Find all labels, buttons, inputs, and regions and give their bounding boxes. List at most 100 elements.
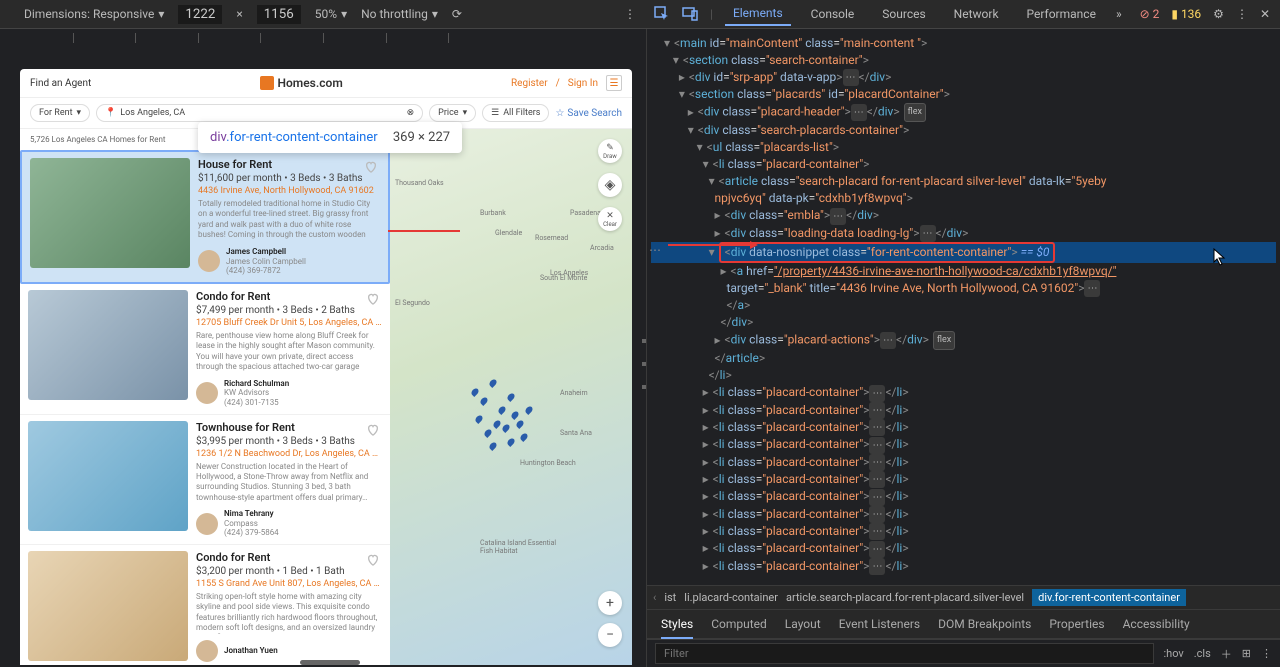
map-draw-btn[interactable]: ✎Draw xyxy=(598,139,622,163)
listing-price: $11,600 per month • 3 Beds • 3 Baths xyxy=(198,173,380,184)
tab-event-listeners[interactable]: Event Listeners xyxy=(839,617,920,631)
find-agent-link[interactable]: Find an Agent xyxy=(30,78,91,89)
heart-icon[interactable] xyxy=(364,160,378,174)
tab-network[interactable]: Network xyxy=(946,3,1007,25)
breadcrumb-item[interactable]: article.search-placard.for-rent-placard.… xyxy=(786,591,1024,604)
zoom-dropdown[interactable]: 50% ▾ xyxy=(315,7,347,21)
annotation-arrow xyxy=(668,244,754,246)
listing-description: Striking open-loft style home with amazi… xyxy=(196,592,382,634)
logo-icon xyxy=(260,76,274,90)
device-icon[interactable] xyxy=(682,6,698,22)
throttle-dropdown[interactable]: No throttling ▾ xyxy=(361,7,438,21)
agent-name: Nima Tehrany xyxy=(224,509,279,519)
agent-avatar xyxy=(198,250,220,272)
listing-address[interactable]: 4436 Irvine Ave, North Hollywood, CA 916… xyxy=(198,186,380,196)
tab-dom-breakpoints[interactable]: DOM Breakpoints xyxy=(938,617,1031,631)
heart-icon[interactable] xyxy=(366,553,380,567)
listing-card[interactable]: Condo for Rent $7,499 per month • 3 Beds… xyxy=(20,284,390,415)
map-zoom-out[interactable]: − xyxy=(598,623,622,647)
more-tabs-icon[interactable]: » xyxy=(1116,7,1122,21)
rotate-icon[interactable]: ⟳ xyxy=(452,7,462,21)
tab-properties[interactable]: Properties xyxy=(1049,617,1104,631)
listing-title: Condo for Rent xyxy=(196,551,382,564)
filter-all-pill[interactable]: ☰ All Filters xyxy=(482,104,549,122)
listing-title: House for Rent xyxy=(198,158,380,171)
map-zoom-in[interactable]: + xyxy=(598,591,622,615)
hov-toggle[interactable]: :hov xyxy=(1164,647,1184,660)
site-viewport: Find an Agent Homes.com Register / Sign … xyxy=(20,69,632,665)
devtools-top-toolbar: Dimensions: Responsive ▾ × 50% ▾ No thro… xyxy=(0,0,1280,29)
site-logo[interactable]: Homes.com xyxy=(260,76,343,90)
agent-company: KW Advisors xyxy=(224,388,289,398)
listing-address[interactable]: 1155 S Grand Ave Unit 807, Los Angeles, … xyxy=(196,579,382,589)
dom-tree[interactable]: ▾<main id="mainContent" class="main-cont… xyxy=(647,29,1280,585)
kebab-icon[interactable]: ⋮ xyxy=(1236,7,1248,21)
close-icon[interactable]: ✕ xyxy=(1260,7,1270,21)
listing-photo[interactable] xyxy=(28,290,188,400)
dimension-x: × xyxy=(236,7,242,21)
annotation-arrow xyxy=(388,230,460,232)
warning-count[interactable]: ▮ 136 xyxy=(1171,7,1201,21)
save-search-link[interactable]: ☆ Save Search xyxy=(555,108,622,119)
map[interactable]: Calabasas Thousand Oaks Burbank Pasadena… xyxy=(390,129,632,665)
listing-card[interactable]: Townhouse for Rent $3,995 per month • 3 … xyxy=(20,415,390,545)
settings-icon[interactable]: ⚙ xyxy=(1213,7,1224,21)
listing-card[interactable]: Condo for Rent $3,200 per month • 1 Bed … xyxy=(20,545,390,665)
signin-link[interactable]: Sign In xyxy=(568,78,598,89)
register-link[interactable]: Register xyxy=(511,78,548,89)
drag-handle[interactable] xyxy=(300,660,360,665)
listing-address[interactable]: 12705 Bluff Creek Dr Unit 5, Los Angeles… xyxy=(196,318,382,328)
tab-layout[interactable]: Layout xyxy=(785,617,821,631)
filter-price-pill[interactable]: Price ▾ xyxy=(429,104,476,122)
listing-address[interactable]: 1236 1/2 N Beachwood Dr, Los Angeles, CA… xyxy=(196,449,382,459)
agent-company: James Colin Campbell xyxy=(226,257,306,267)
agent-name: Jonathan Yuen xyxy=(224,646,278,656)
listing-photo[interactable] xyxy=(30,158,190,268)
heart-icon[interactable] xyxy=(366,423,380,437)
breadcrumb-scroll-left[interactable]: ‹ xyxy=(653,591,656,604)
listing-price: $3,200 per month • 1 Bed • 1 Bath xyxy=(196,566,382,577)
account-icon[interactable]: ☰ xyxy=(606,75,622,91)
listing-description: Totally remodeled traditional home in St… xyxy=(198,199,380,241)
new-style-rule-icon[interactable]: ＋ xyxy=(1221,646,1232,662)
styles-more-icon[interactable]: ⊞ xyxy=(1242,647,1251,660)
kebab-icon[interactable]: ⋮ xyxy=(624,7,636,21)
dom-breadcrumbs[interactable]: ‹ ist li.placard-container article.searc… xyxy=(647,585,1280,609)
cls-toggle[interactable]: .cls xyxy=(1194,647,1211,660)
listing-card[interactable]: House for Rent $11,600 per month • 3 Bed… xyxy=(20,150,390,284)
location-input[interactable]: 📍 Los Angeles, CA⊗ xyxy=(96,104,423,122)
width-input[interactable] xyxy=(178,5,222,24)
breadcrumb-item[interactable]: ist xyxy=(664,591,676,604)
height-input[interactable] xyxy=(257,5,301,24)
listing-price: $3,995 per month • 3 Beds • 3 Baths xyxy=(196,436,382,447)
listing-description: Newer Construction located in the Heart … xyxy=(196,462,382,504)
styles-filter-row: :hov .cls ＋ ⊞ ⋮ xyxy=(647,639,1280,667)
tab-computed[interactable]: Computed xyxy=(711,617,767,631)
tab-elements[interactable]: Elements xyxy=(725,2,791,26)
breadcrumb-item-active[interactable]: div.for-rent-content-container xyxy=(1032,589,1186,606)
tab-styles[interactable]: Styles xyxy=(661,617,693,639)
listing-title: Condo for Rent xyxy=(196,290,382,303)
listing-photo[interactable] xyxy=(28,551,188,661)
tab-accessibility[interactable]: Accessibility xyxy=(1123,617,1190,631)
inspect-icon[interactable] xyxy=(654,6,670,22)
filter-rent-pill[interactable]: For Rent ▾ xyxy=(30,104,90,122)
site-header: Find an Agent Homes.com Register / Sign … xyxy=(20,69,632,98)
heart-icon[interactable] xyxy=(366,292,380,306)
agent-phone: (424) 379-5864 xyxy=(224,528,279,538)
map-clear-btn[interactable]: ✕Clear xyxy=(598,207,622,231)
tab-sources[interactable]: Sources xyxy=(874,3,933,25)
splitter-handle[interactable] xyxy=(642,339,648,389)
agent-name: Richard Schulman xyxy=(224,379,289,389)
breadcrumb-item[interactable]: li.placard-container xyxy=(684,591,778,604)
dimensions-dropdown[interactable]: Dimensions: Responsive ▾ xyxy=(24,7,164,21)
error-count[interactable]: ⊘ 2 xyxy=(1140,7,1160,21)
map-layers-btn[interactable]: ◈ xyxy=(598,173,622,197)
agent-avatar xyxy=(196,382,218,404)
styles-kebab-icon[interactable]: ⋮ xyxy=(1261,647,1272,660)
tab-console[interactable]: Console xyxy=(803,3,863,25)
styles-tabbar: Styles Computed Layout Event Listeners D… xyxy=(647,609,1280,639)
tab-performance[interactable]: Performance xyxy=(1019,3,1104,25)
styles-filter-input[interactable] xyxy=(655,643,1154,664)
listing-photo[interactable] xyxy=(28,421,188,531)
